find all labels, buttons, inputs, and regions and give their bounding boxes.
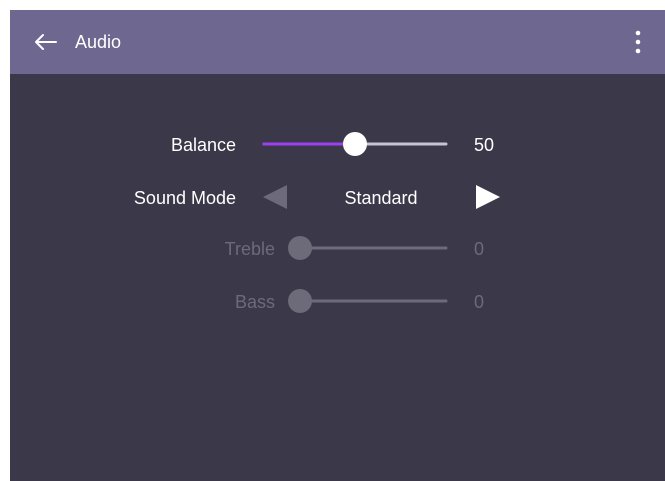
- more-options-button[interactable]: [630, 27, 646, 57]
- treble-label: Treble: [224, 239, 275, 259]
- triangle-right-icon: [476, 185, 500, 209]
- balance-slider-track: [262, 132, 448, 156]
- balance-slider-thumb: [343, 132, 367, 156]
- treble-value: 0: [474, 239, 485, 259]
- sound-mode-label: Sound Mode: [133, 188, 236, 208]
- bass-slider-track: [288, 289, 448, 313]
- bass-slider: [288, 289, 448, 313]
- sound-mode-prev-button[interactable]: [262, 184, 288, 210]
- balance-value: 50: [474, 135, 495, 155]
- back-button[interactable]: [32, 30, 60, 54]
- treble-slider: [288, 236, 448, 260]
- bass-slider-thumb: [288, 289, 312, 313]
- app-header: Audio: [10, 10, 665, 74]
- page-title: Audio: [75, 32, 122, 52]
- balance-label: Balance: [170, 135, 236, 155]
- balance-slider[interactable]: [262, 132, 448, 156]
- sound-mode-next-button[interactable]: [475, 184, 501, 210]
- treble-slider-track: [288, 236, 448, 260]
- bass-label: Bass: [234, 292, 275, 312]
- sound-mode-value: Standard: [344, 188, 418, 208]
- audio-settings-screen: Audio Balance 50 Sound Mode Standard Tre…: [10, 10, 665, 481]
- more-vertical-icon: [635, 30, 641, 54]
- treble-slider-thumb: [288, 236, 312, 260]
- bass-value: 0: [474, 292, 485, 312]
- triangle-left-icon: [263, 185, 287, 209]
- arrow-left-icon: [35, 34, 57, 50]
